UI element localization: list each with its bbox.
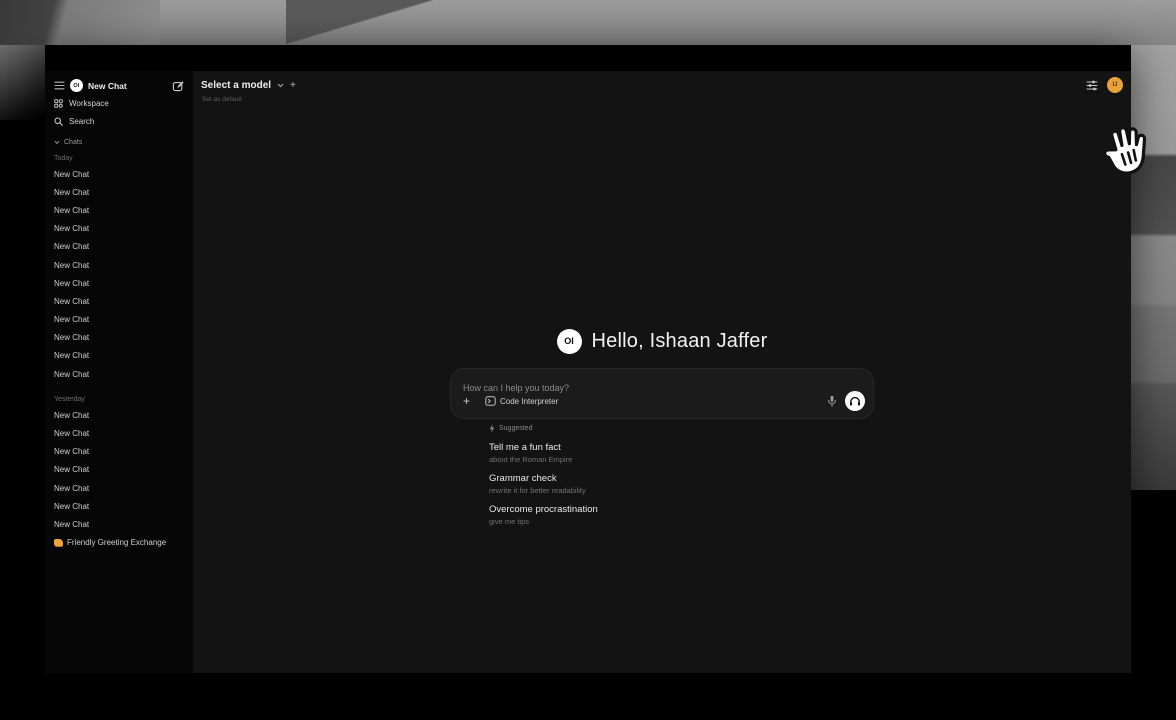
suggestion-item[interactable]: Grammar check rewrite it for better read… [489,473,829,496]
app-window: OI New Chat Workspace Search [45,45,1131,673]
chat-item[interactable]: New Chat [54,183,184,201]
add-model-button[interactable]: + [290,80,296,91]
suggestion-title: Overcome procrastination [489,504,829,517]
chat-item[interactable]: New Chat [54,443,184,461]
chat-item-title: New Chat [54,484,89,493]
code-interpreter-label: Code Interpreter [500,397,558,406]
wave-emoji-icon [54,539,63,547]
chevron-down-icon [54,140,60,145]
chat-item-title: New Chat [54,242,89,251]
backdrop-mid-wedge [286,0,436,45]
sidebar-toggle-icon[interactable] [54,81,65,90]
suggested-label: Suggested [499,425,532,432]
chat-item[interactable]: New Chat [54,165,184,183]
chat-item[interactable]: New Chat [54,406,184,424]
backdrop-left-strip [0,45,45,120]
sidebar-item-workspace[interactable]: Workspace [54,96,184,111]
suggestion-subtitle: give me tips [489,517,829,527]
chat-item[interactable]: New Chat [54,292,184,310]
chat-item[interactable]: Friendly Greeting Exchange [54,534,184,552]
chat-item-title: Friendly Greeting Exchange [67,538,166,547]
workspace-label: Workspace [69,99,109,108]
suggestion-title: Tell me a fun fact [489,442,829,455]
chat-item-title: New Chat [54,370,89,379]
sidebar-title: New Chat [88,81,167,91]
chat-item-title: New Chat [54,465,89,474]
bolt-icon [489,424,495,433]
user-avatar[interactable]: IJ [1107,77,1123,93]
main-area: Select a model + Set as default IJ OI He… [193,71,1131,673]
app-logo-icon-large: OI [557,329,582,354]
chat-item-title: New Chat [54,447,89,456]
chat-item-title: New Chat [54,261,89,270]
chat-item[interactable]: New Chat [54,256,184,274]
chats-label: Chats [64,139,82,146]
chat-item[interactable]: New Chat [54,497,184,515]
set-as-default-link[interactable]: Set as default [202,96,242,103]
chat-item[interactable]: New Chat [54,424,184,442]
chat-item[interactable]: New Chat [54,329,184,347]
chat-item[interactable]: New Chat [54,274,184,292]
chat-item-title: New Chat [54,520,89,529]
headphones-icon [849,396,861,407]
chat-list: Today New Chat New Chat New Chat New Chat New… [54,152,184,552]
sidebar-item-search[interactable]: Search [54,114,184,129]
chat-item-title: New Chat [54,351,89,360]
attach-plus-button[interactable]: + [463,395,477,407]
message-composer[interactable]: + Code Interpreter [450,368,874,419]
suggestion-title: Grammar check [489,473,829,486]
code-interpreter-icon [485,396,496,406]
chat-group-label: Today [54,152,184,165]
backdrop-top-band [0,0,1176,45]
greeting-title: Hello, Ishaan Jaffer [592,330,768,353]
model-selector[interactable]: Select a model [201,80,271,91]
chat-item-title: New Chat [54,411,89,420]
backdrop-corner-wedge [0,0,160,45]
suggestion-subtitle: about the Roman Empire [489,455,829,465]
chat-item-title: New Chat [54,333,89,342]
chat-item[interactable]: New Chat [54,201,184,219]
chat-item[interactable]: New Chat [54,365,184,383]
new-chat-icon[interactable] [172,80,184,92]
app-logo-icon: OI [70,79,83,92]
chat-item-title: New Chat [54,315,89,324]
chat-item[interactable]: New Chat [54,347,184,365]
chat-item[interactable]: New Chat [54,479,184,497]
window-top-strip [45,45,1131,71]
code-interpreter-toggle[interactable]: Code Interpreter [485,396,558,406]
search-icon [54,117,63,126]
suggestion-item[interactable]: Tell me a fun fact about the Roman Empir… [489,442,829,465]
chats-section-toggle[interactable]: Chats [54,136,184,148]
chat-item[interactable]: New Chat [54,220,184,238]
voice-call-button[interactable] [845,391,865,411]
chat-item-title: New Chat [54,502,89,511]
chat-item-title: New Chat [54,297,89,306]
model-chevron-icon[interactable] [277,83,284,88]
chat-item-title: New Chat [54,429,89,438]
chat-item[interactable]: New Chat [54,311,184,329]
chat-item-title: New Chat [54,206,89,215]
chat-item[interactable]: New Chat [54,515,184,533]
suggestion-item[interactable]: Overcome procrastination give me tips [489,504,829,527]
chat-item[interactable]: New Chat [54,461,184,479]
chat-item-title: New Chat [54,170,89,179]
microphone-icon[interactable] [827,395,837,408]
settings-sliders-icon[interactable] [1086,80,1098,91]
sidebar: OI New Chat Workspace Search [45,71,193,673]
chat-item-title: New Chat [54,188,89,197]
chat-group-label: Yesterday [54,393,184,406]
chat-item-title: New Chat [54,279,89,288]
workspace-grid-icon [54,99,63,108]
chat-item-title: New Chat [54,224,89,233]
suggestion-subtitle: rewrite it for better readability [489,486,829,496]
search-label: Search [69,117,94,126]
suggested-section: Suggested Tell me a fun fact about the R… [489,423,829,527]
backdrop-right-strip [1131,45,1176,490]
chat-item[interactable]: New Chat [54,238,184,256]
